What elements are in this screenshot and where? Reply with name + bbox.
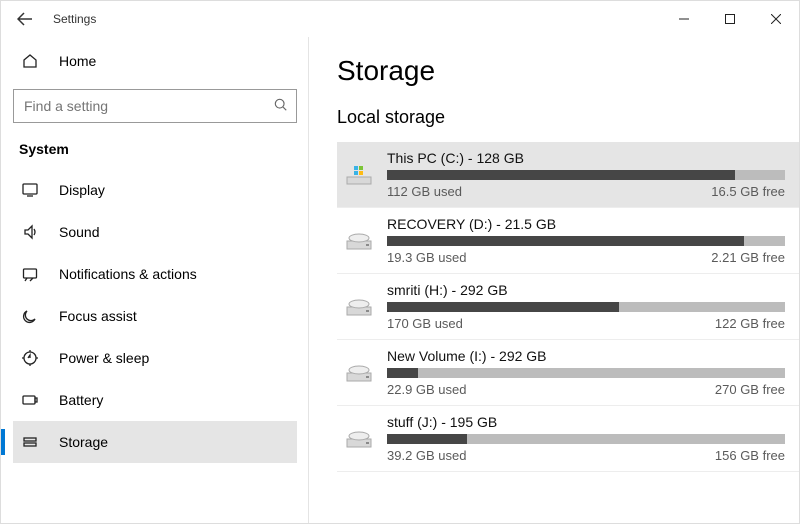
nav-icon — [21, 266, 39, 282]
drive-name: New Volume (I:) - 292 GB — [387, 348, 785, 364]
drive-icon — [345, 360, 373, 386]
close-icon — [771, 14, 781, 24]
drive-row[interactable]: stuff (J:) - 195 GB 39.2 GB used 156 GB fr… — [337, 406, 799, 472]
window-title: Settings — [53, 12, 96, 26]
sidebar-item-power-sleep[interactable]: Power & sleep — [13, 337, 297, 379]
drive-free: 122 GB free — [715, 316, 785, 331]
drive-info: New Volume (I:) - 292 GB 22.9 GB used 270 … — [387, 348, 785, 397]
drive-info: This PC (C:) - 128 GB 112 GB used 16.5 GB … — [387, 150, 785, 199]
drive-free: 2.21 GB free — [711, 250, 785, 265]
drive-free: 156 GB free — [715, 448, 785, 463]
maximize-icon — [725, 14, 735, 24]
usage-bar — [387, 170, 785, 180]
nav-icon — [21, 182, 39, 198]
minimize-icon — [679, 14, 689, 24]
usage-bar — [387, 434, 785, 444]
usage-bar — [387, 368, 785, 378]
maximize-button[interactable] — [707, 1, 753, 37]
drive-row[interactable]: New Volume (I:) - 292 GB 22.9 GB used 270 … — [337, 340, 799, 406]
drive-used: 112 GB used — [387, 184, 462, 199]
nav-icon — [21, 224, 39, 240]
sidebar-item-label: Notifications & actions — [59, 266, 197, 282]
page-title: Storage — [337, 55, 799, 87]
sidebar-item-label: Display — [59, 182, 105, 198]
drive-free: 270 GB free — [715, 382, 785, 397]
drive-icon — [345, 426, 373, 452]
search-box[interactable] — [13, 89, 297, 123]
back-button[interactable] — [1, 1, 49, 37]
drive-name: RECOVERY (D:) - 21.5 GB — [387, 216, 785, 232]
sidebar-item-sound[interactable]: Sound — [13, 211, 297, 253]
sidebar-item-storage[interactable]: Storage — [13, 421, 297, 463]
usage-bar-fill — [387, 236, 744, 246]
titlebar: Settings — [1, 1, 799, 37]
drive-name: stuff (J:) - 195 GB — [387, 414, 785, 430]
search-input[interactable] — [24, 98, 274, 114]
drive-used: 19.3 GB used — [387, 250, 467, 265]
drive-info: RECOVERY (D:) - 21.5 GB 19.3 GB used 2.21 … — [387, 216, 785, 265]
usage-bar-fill — [387, 302, 619, 312]
drive-stats: 19.3 GB used 2.21 GB free — [387, 250, 785, 265]
drive-icon — [345, 294, 373, 320]
usage-bar-fill — [387, 368, 418, 378]
sidebar-item-label: Battery — [59, 392, 103, 408]
minimize-button[interactable] — [661, 1, 707, 37]
drive-used: 39.2 GB used — [387, 448, 467, 463]
drive-row[interactable]: smriti (H:) - 292 GB 170 GB used 122 GB fr… — [337, 274, 799, 340]
usage-bar — [387, 302, 785, 312]
sidebar-divider — [308, 37, 309, 523]
drive-stats: 22.9 GB used 270 GB free — [387, 382, 785, 397]
drive-stats: 170 GB used 122 GB free — [387, 316, 785, 331]
usage-bar-fill — [387, 170, 735, 180]
sidebar-item-label: Sound — [59, 224, 99, 240]
drive-icon — [345, 228, 373, 254]
drive-name: This PC (C:) - 128 GB — [387, 150, 785, 166]
sidebar-item-focus-assist[interactable]: Focus assist — [13, 295, 297, 337]
search-icon — [274, 98, 288, 115]
sidebar-item-battery[interactable]: Battery — [13, 379, 297, 421]
sidebar-item-label: Power & sleep — [59, 350, 149, 366]
arrow-left-icon — [17, 11, 33, 27]
drive-used: 170 GB used — [387, 316, 463, 331]
nav-icon — [21, 434, 39, 450]
main-content: Storage Local storage This PC (C:) - 128… — [309, 37, 799, 523]
drive-free: 16.5 GB free — [711, 184, 785, 199]
home-nav[interactable]: Home — [13, 41, 297, 81]
home-label: Home — [59, 53, 96, 69]
nav-icon — [21, 350, 39, 366]
close-button[interactable] — [753, 1, 799, 37]
section-title-local-storage: Local storage — [337, 107, 799, 128]
drive-stats: 39.2 GB used 156 GB free — [387, 448, 785, 463]
drive-used: 22.9 GB used — [387, 382, 467, 397]
section-label-system: System — [13, 141, 297, 157]
sidebar-item-label: Storage — [59, 434, 108, 450]
usage-bar-fill — [387, 434, 467, 444]
drive-row[interactable]: RECOVERY (D:) - 21.5 GB 19.3 GB used 2.21 … — [337, 208, 799, 274]
drive-icon — [345, 162, 373, 188]
sidebar-item-display[interactable]: Display — [13, 169, 297, 211]
drive-name: smriti (H:) - 292 GB — [387, 282, 785, 298]
nav-icon — [21, 392, 39, 408]
drive-info: smriti (H:) - 292 GB 170 GB used 122 GB fr… — [387, 282, 785, 331]
drive-info: stuff (J:) - 195 GB 39.2 GB used 156 GB fr… — [387, 414, 785, 463]
home-icon — [21, 53, 39, 69]
drive-stats: 112 GB used 16.5 GB free — [387, 184, 785, 199]
sidebar: Home System Display Sound Notifications & … — [1, 37, 309, 523]
window-controls — [661, 1, 799, 37]
sidebar-item-notifications-actions[interactable]: Notifications & actions — [13, 253, 297, 295]
nav-icon — [21, 308, 39, 324]
sidebar-item-label: Focus assist — [59, 308, 137, 324]
usage-bar — [387, 236, 785, 246]
drive-row[interactable]: This PC (C:) - 128 GB 112 GB used 16.5 GB … — [337, 142, 799, 208]
